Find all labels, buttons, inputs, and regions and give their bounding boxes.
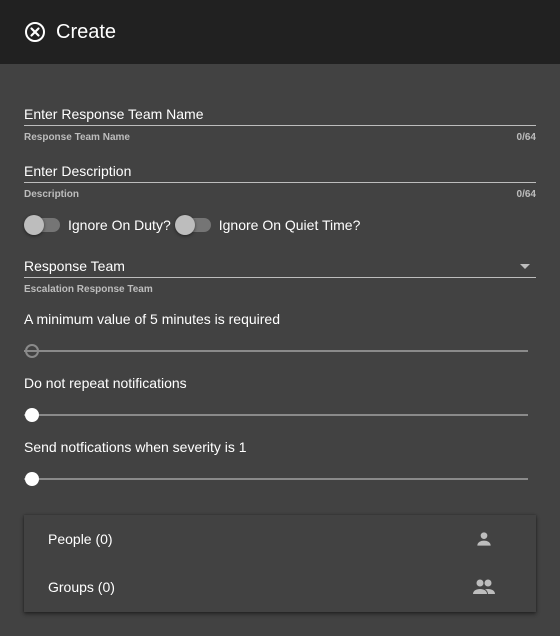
escalation-delay-slider-block: A minimum value of 5 minutes is required: [24, 311, 536, 361]
ignore-on-quiet-time-toggle[interactable]: [174, 215, 211, 235]
list-item-groups[interactable]: Groups (0): [24, 563, 536, 611]
people-label: People (0): [48, 531, 113, 547]
list-item-people[interactable]: People (0): [24, 515, 536, 563]
repeat-slider-block: Do not repeat notifications: [24, 375, 536, 425]
escalation-delay-slider-thumb[interactable]: [25, 344, 39, 358]
repeat-slider-thumb[interactable]: [25, 408, 39, 422]
escalation-team-select[interactable]: Response Team: [24, 254, 536, 278]
escalation-team-hint: Escalation Response Team: [24, 284, 153, 295]
person-icon: [472, 527, 496, 551]
description-input[interactable]: [24, 159, 536, 183]
group-icon: [472, 575, 496, 599]
close-circle-icon: [25, 22, 45, 42]
repeat-slider[interactable]: [24, 405, 528, 425]
toggle-row: Ignore On Duty? Ignore On Quiet Time?: [24, 215, 364, 235]
severity-slider-block: Send notfications when severity is 1: [24, 439, 536, 489]
dialog-header: Create: [0, 0, 560, 64]
ignore-on-quiet-time-label: Ignore On Quiet Time?: [218, 217, 361, 233]
severity-slider[interactable]: [24, 469, 528, 489]
team-name-counter: 0/64: [516, 132, 536, 143]
close-button[interactable]: [24, 21, 46, 43]
severity-slider-thumb[interactable]: [25, 472, 39, 486]
ignore-on-duty-label: Ignore On Duty?: [68, 217, 171, 233]
description-counter: 0/64: [516, 189, 536, 200]
dropdown-arrow-icon: [520, 263, 530, 269]
repeat-label: Do not repeat notifications: [24, 375, 187, 391]
team-name-field: Response Team Name 0/64: [24, 102, 536, 143]
escalation-team-field: Response Team Escalation Response Team: [24, 254, 536, 295]
team-name-hint: Response Team Name: [24, 132, 130, 143]
escalation-team-value: Response Team: [24, 257, 125, 274]
ignore-on-duty-toggle[interactable]: [24, 215, 60, 235]
groups-label: Groups (0): [48, 579, 115, 595]
members-list: People (0) Groups (0): [24, 515, 536, 612]
team-name-input[interactable]: [24, 102, 536, 126]
escalation-delay-slider[interactable]: [24, 341, 528, 361]
description-field: Description 0/64: [24, 159, 536, 200]
escalation-delay-label: A minimum value of 5 minutes is required: [24, 311, 280, 327]
severity-label: Send notfications when severity is 1: [24, 439, 247, 455]
description-hint: Description: [24, 189, 80, 200]
dialog-title: Create: [56, 20, 117, 43]
